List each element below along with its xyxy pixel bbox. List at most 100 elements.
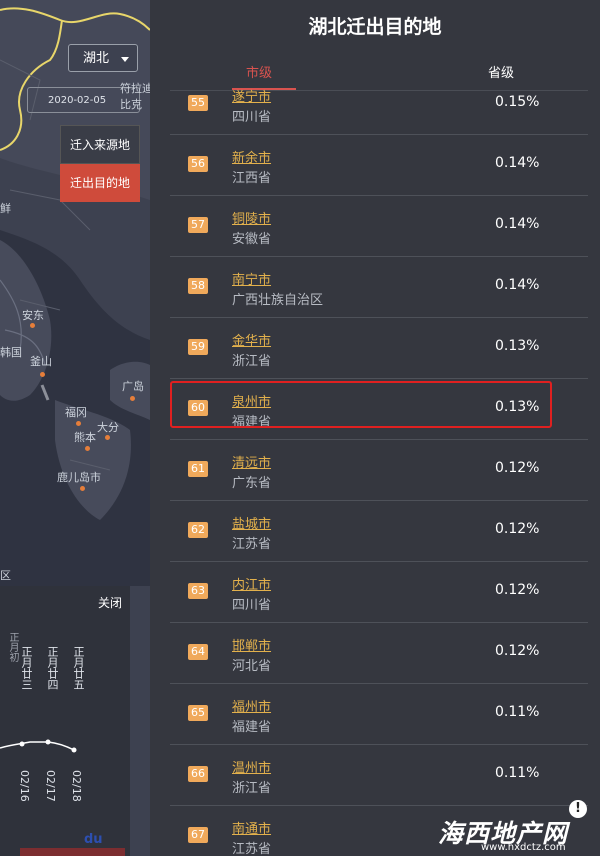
percentage-value: 0.12% [495, 643, 540, 659]
city-link[interactable]: 福州市 [232, 696, 271, 715]
panel-title: 湖北迁出目的地 [308, 16, 442, 38]
city-link[interactable]: 铜陵市 [232, 208, 271, 227]
city-link[interactable]: 南宁市 [232, 269, 271, 288]
rank-badge: 58 [188, 278, 208, 294]
city-dot [40, 372, 45, 377]
percentage-value: 0.12% [495, 582, 540, 598]
trend-point [45, 739, 51, 745]
percentage-value: 0.15% [495, 94, 540, 110]
city-dot [30, 323, 35, 328]
list-item[interactable]: 66 温州市浙江省 0.11% [170, 745, 588, 806]
city-label: 鲜 [0, 202, 11, 215]
city-dot [80, 486, 85, 491]
rank-badge: 57 [188, 217, 208, 233]
province-name: 安徽省 [232, 232, 272, 247]
rank-badge: 59 [188, 339, 208, 355]
province-name: 福建省 [232, 720, 272, 735]
date-value: 2020-02-05 [48, 95, 107, 106]
list-item[interactable]: 55 遂宁市四川省 0.15% [170, 74, 588, 135]
list-item[interactable]: 56 新余市江西省 0.14% [170, 135, 588, 196]
rank-badge: 62 [188, 522, 208, 538]
trend-point [71, 747, 77, 753]
city-dot [130, 396, 135, 401]
rank-badge: 55 [188, 95, 208, 111]
province-select[interactable]: 湖北 [68, 44, 138, 72]
province-name: 浙江省 [232, 354, 272, 369]
city-link[interactable]: 邯郸市 [232, 635, 271, 654]
city-dot [85, 446, 90, 451]
province-name: 广东省 [232, 476, 272, 491]
rank-badge: 61 [188, 461, 208, 477]
list-item[interactable]: 64 邯郸市 河北省 0.12% [170, 623, 588, 684]
city-link[interactable]: 遂宁市 [232, 86, 271, 105]
city-label: 韩国 [0, 346, 22, 359]
province-name: 江苏省 [232, 537, 272, 552]
city-link[interactable]: 南通市 [232, 818, 271, 837]
city-link[interactable]: 盐城市 [232, 513, 271, 532]
rank-badge: 63 [188, 583, 208, 599]
city-label: 符拉迪 [120, 82, 150, 95]
percentage-value: 0.14% [495, 216, 540, 232]
city-label: 广岛 [122, 380, 144, 393]
list-item[interactable]: 58 南宁市广西壮族自治区 0.14% [170, 257, 588, 318]
province-name: 河北省 [232, 659, 272, 674]
percentage-value: 0.12% [495, 460, 540, 476]
city-label: 区 [0, 569, 11, 582]
list-item[interactable]: 65 福州市 福建省 0.11% [170, 684, 588, 745]
city-link[interactable]: 清远市 [232, 452, 271, 471]
province-name: 浙江省 [232, 781, 272, 796]
city-label: 比克 [120, 98, 142, 111]
list-item[interactable]: 63 内江市四川省 0.12% [170, 562, 588, 623]
province-name: 福建省 [232, 415, 272, 430]
city-link[interactable]: 泉州市 [232, 391, 271, 410]
city-label: 安东 [22, 309, 44, 322]
trend-point [19, 741, 25, 747]
city-label: 大分 [97, 421, 119, 434]
percentage-value: 0.13% [495, 399, 540, 415]
percentage-value: 0.11% [495, 765, 540, 781]
province-name: 江西省 [232, 171, 272, 186]
close-button[interactable]: 关闭 [98, 594, 122, 611]
watermark-url: www.hxdctz.com [481, 842, 566, 853]
list-item[interactable]: 57 铜陵市安徽省 0.14% [170, 196, 588, 257]
date-label: 02/18 [70, 770, 83, 802]
migrate-in-button[interactable]: 迁入来源地 [60, 125, 140, 164]
destination-list[interactable]: 55 遂宁市 四川省 0.15% 56 新余市 江西省 0.14% 57 铜陵市 安徽省 0.14% 5… [170, 74, 588, 856]
city-label: 福冈 [65, 406, 87, 419]
list-item[interactable]: 62 盐城市江苏省 0.12% [170, 501, 588, 562]
trend-panel: 关闭 正月初 正月廿三 正月廿四 正月廿五 02/16 02/17 02/18 … [0, 586, 130, 856]
province-name: 四川省 [232, 110, 272, 125]
destination-panel: 湖北迁出目的地 市级 省级 55 遂宁市 四川省 0.15% 56 新余市 江西省 0.14%… [150, 0, 600, 856]
city-link[interactable]: 内江市 [232, 574, 271, 593]
list-item[interactable]: 61 清远市广东省 0.12% [170, 440, 588, 501]
city-dot [105, 435, 110, 440]
percentage-value: 0.12% [495, 521, 540, 537]
city-link[interactable]: 新余市 [232, 147, 271, 166]
province-name: 四川省 [232, 598, 272, 613]
percentage-value: 0.14% [495, 277, 540, 293]
city-link[interactable]: 金华市 [232, 330, 271, 349]
rank-badge: 65 [188, 705, 208, 721]
province-name: 江苏省 [232, 842, 272, 856]
exclamation-icon: ! [569, 800, 587, 818]
lunar-label: 正月廿五 [72, 646, 85, 690]
list-item[interactable]: 60 泉州市福建省 0.13% [170, 379, 588, 440]
rank-badge: 56 [188, 156, 208, 172]
province-select-value: 湖北 [83, 51, 110, 66]
rank-badge: 66 [188, 766, 208, 782]
city-link[interactable]: 温州市 [232, 757, 271, 776]
list-item[interactable]: 59 金华市浙江省 0.13% [170, 318, 588, 379]
caret-down-icon [121, 57, 129, 62]
rank-badge: 60 [188, 400, 208, 416]
lunar-label: 正月廿四 [46, 646, 59, 690]
date-label: 02/17 [44, 770, 57, 802]
percentage-value: 0.13% [495, 338, 540, 354]
migrate-out-button[interactable]: 迁出目的地 [60, 164, 140, 202]
city-label: 熊本 [74, 431, 96, 444]
percentage-value: 0.14% [495, 155, 540, 171]
date-label: 02/16 [18, 770, 31, 802]
city-dot [76, 421, 81, 426]
rank-badge: 67 [188, 827, 208, 843]
lunar-label: 正月廿三 [20, 646, 33, 690]
province-name: 广西壮族自治区 [232, 293, 324, 308]
